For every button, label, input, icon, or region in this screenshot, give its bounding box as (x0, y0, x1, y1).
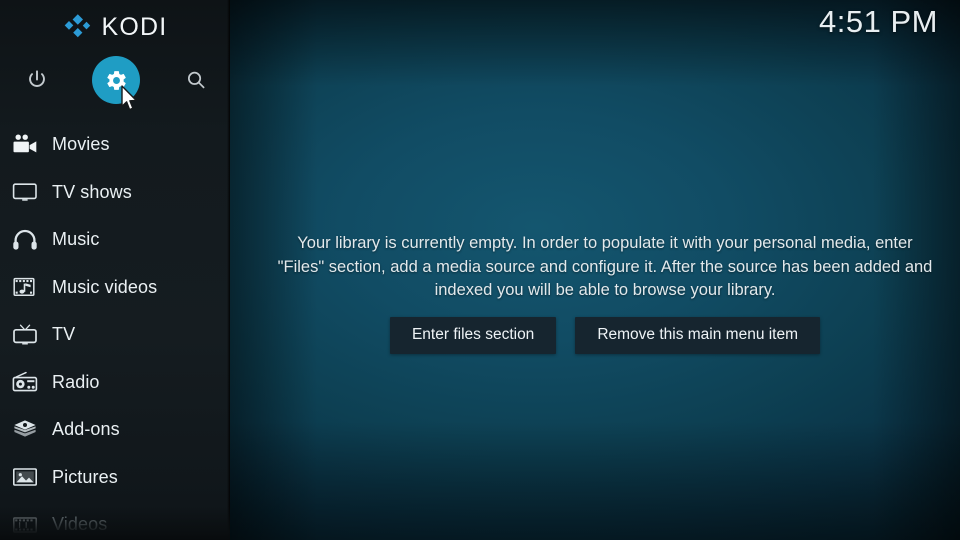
gear-icon (105, 69, 128, 92)
film-strip-icon (10, 512, 40, 538)
picture-icon (10, 464, 40, 490)
tv-monitor-icon (10, 179, 40, 205)
sidebar-item-radio[interactable]: Radio (0, 359, 230, 407)
sidebar-item-label: Music (52, 229, 100, 250)
music-video-icon (10, 274, 40, 300)
sidebar: KODI Movies TV shows Music Music videos … (0, 0, 230, 540)
television-icon (10, 322, 40, 348)
empty-library-actions: Enter files section Remove this main men… (270, 316, 940, 354)
clock: 4:51 PM (819, 4, 938, 39)
sidebar-item-label: TV shows (52, 181, 132, 202)
radio-icon (10, 369, 40, 395)
sidebar-item-pictures[interactable]: Pictures (0, 454, 230, 502)
search-button[interactable] (172, 56, 220, 104)
sidebar-item-label: Movies (52, 134, 110, 155)
empty-library-panel: Your library is currently empty. In orde… (270, 232, 940, 354)
sidebar-item-add-ons[interactable]: Add-ons (0, 406, 230, 454)
sidebar-item-label: TV (52, 324, 76, 345)
main-menu: Movies TV shows Music Music videos TV Ra… (0, 121, 230, 540)
power-button[interactable] (13, 56, 61, 104)
kodi-home-screen: 4:51 PM Your library is currently empty.… (0, 0, 960, 540)
settings-button[interactable] (92, 56, 140, 104)
topbar (0, 56, 230, 104)
movie-camera-icon (10, 132, 40, 158)
sidebar-item-music-videos[interactable]: Music videos (0, 264, 230, 312)
sidebar-item-movies[interactable]: Movies (0, 121, 230, 169)
main-content: Your library is currently empty. In orde… (230, 0, 960, 540)
sidebar-item-tv-shows[interactable]: TV shows (0, 169, 230, 217)
sidebar-item-label: Radio (52, 371, 100, 392)
sidebar-item-videos[interactable]: Videos (0, 501, 230, 540)
search-icon (185, 69, 207, 91)
kodi-logo-icon (63, 13, 93, 41)
sidebar-item-music[interactable]: Music (0, 216, 230, 264)
sidebar-item-label: Add-ons (52, 419, 120, 440)
empty-library-message: Your library is currently empty. In orde… (277, 234, 933, 299)
sidebar-item-label: Videos (52, 514, 108, 535)
addons-box-icon (10, 417, 40, 443)
sidebar-item-tv[interactable]: TV (0, 311, 230, 359)
app-logo: KODI (0, 10, 230, 44)
sidebar-item-label: Pictures (52, 466, 118, 487)
remove-main-menu-item-button[interactable]: Remove this main menu item (575, 316, 821, 354)
sidebar-item-label: Music videos (52, 276, 158, 297)
app-name: KODI (101, 12, 168, 41)
enter-files-section-button[interactable]: Enter files section (389, 316, 557, 354)
headphones-icon (10, 227, 40, 253)
power-icon (26, 69, 48, 91)
